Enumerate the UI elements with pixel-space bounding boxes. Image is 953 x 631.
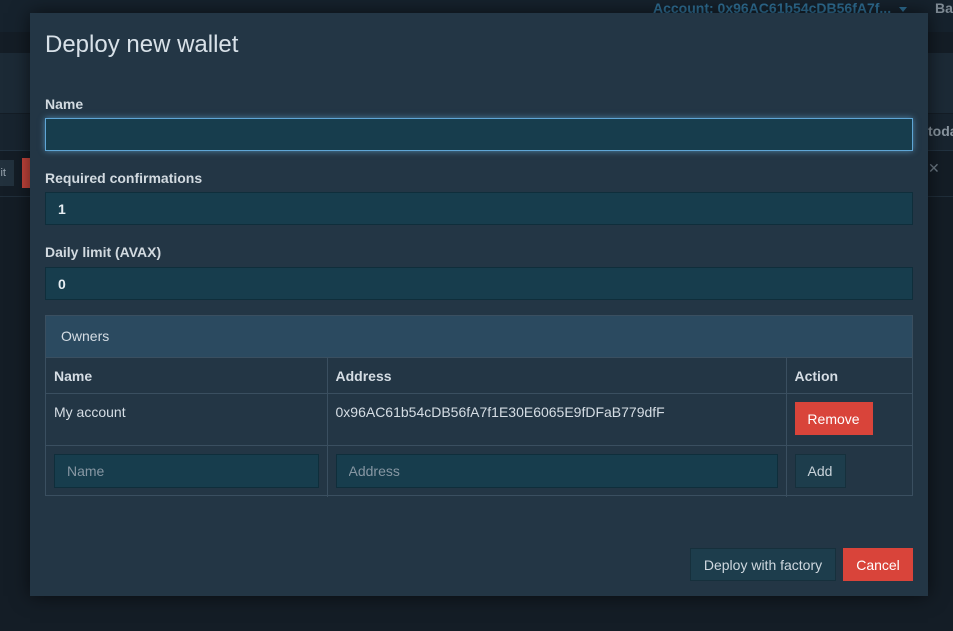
new-owner-name-cell	[46, 445, 328, 497]
column-header-address: Address	[326, 358, 787, 394]
new-owner-address-cell	[326, 445, 787, 497]
confirmations-input[interactable]	[45, 192, 913, 225]
new-owner-name-input[interactable]	[54, 454, 319, 488]
deploy-with-factory-button[interactable]: Deploy with factory	[690, 548, 836, 581]
background-close-icon: ✕	[928, 160, 940, 176]
deploy-wallet-modal: Deploy new wallet Name Required confirma…	[30, 13, 928, 596]
background-edit-button: lit	[0, 160, 14, 186]
background-truncated-heading: toda	[928, 123, 953, 139]
daily-limit-label: Daily limit (AVAX)	[45, 244, 162, 260]
background-truncated-text: Ba	[935, 0, 953, 16]
caret-down-icon	[899, 6, 908, 12]
owners-panel: Owners Name Address Action My account 0x…	[45, 315, 913, 497]
new-owner-row: Add	[46, 445, 912, 497]
confirmations-label: Required confirmations	[45, 170, 203, 186]
name-label: Name	[45, 96, 84, 112]
owner-address-cell: 0x96AC61b54cDB56fA7f1E30E6065E9fDFaB779d…	[326, 393, 787, 446]
column-header-name: Name	[46, 358, 328, 394]
remove-owner-button[interactable]: Remove	[794, 402, 873, 435]
new-owner-action-cell: Add	[785, 445, 912, 497]
owner-name-cell: My account	[46, 393, 328, 446]
table-row: My account 0x96AC61b54cDB56fA7f1E30E6065…	[46, 393, 912, 446]
column-header-action: Action	[785, 358, 912, 394]
table-header-row: Name Address Action	[46, 358, 912, 394]
owners-table: Name Address Action My account 0x96AC61b…	[46, 358, 912, 497]
name-input[interactable]	[45, 118, 913, 151]
owners-heading: Owners	[46, 316, 912, 358]
modal-title: Deploy new wallet	[45, 31, 239, 58]
new-owner-address-input[interactable]	[335, 454, 778, 488]
add-owner-button[interactable]: Add	[794, 454, 846, 488]
daily-limit-input[interactable]	[45, 267, 913, 300]
cancel-button[interactable]: Cancel	[843, 548, 913, 581]
owner-action-cell: Remove	[785, 393, 912, 446]
